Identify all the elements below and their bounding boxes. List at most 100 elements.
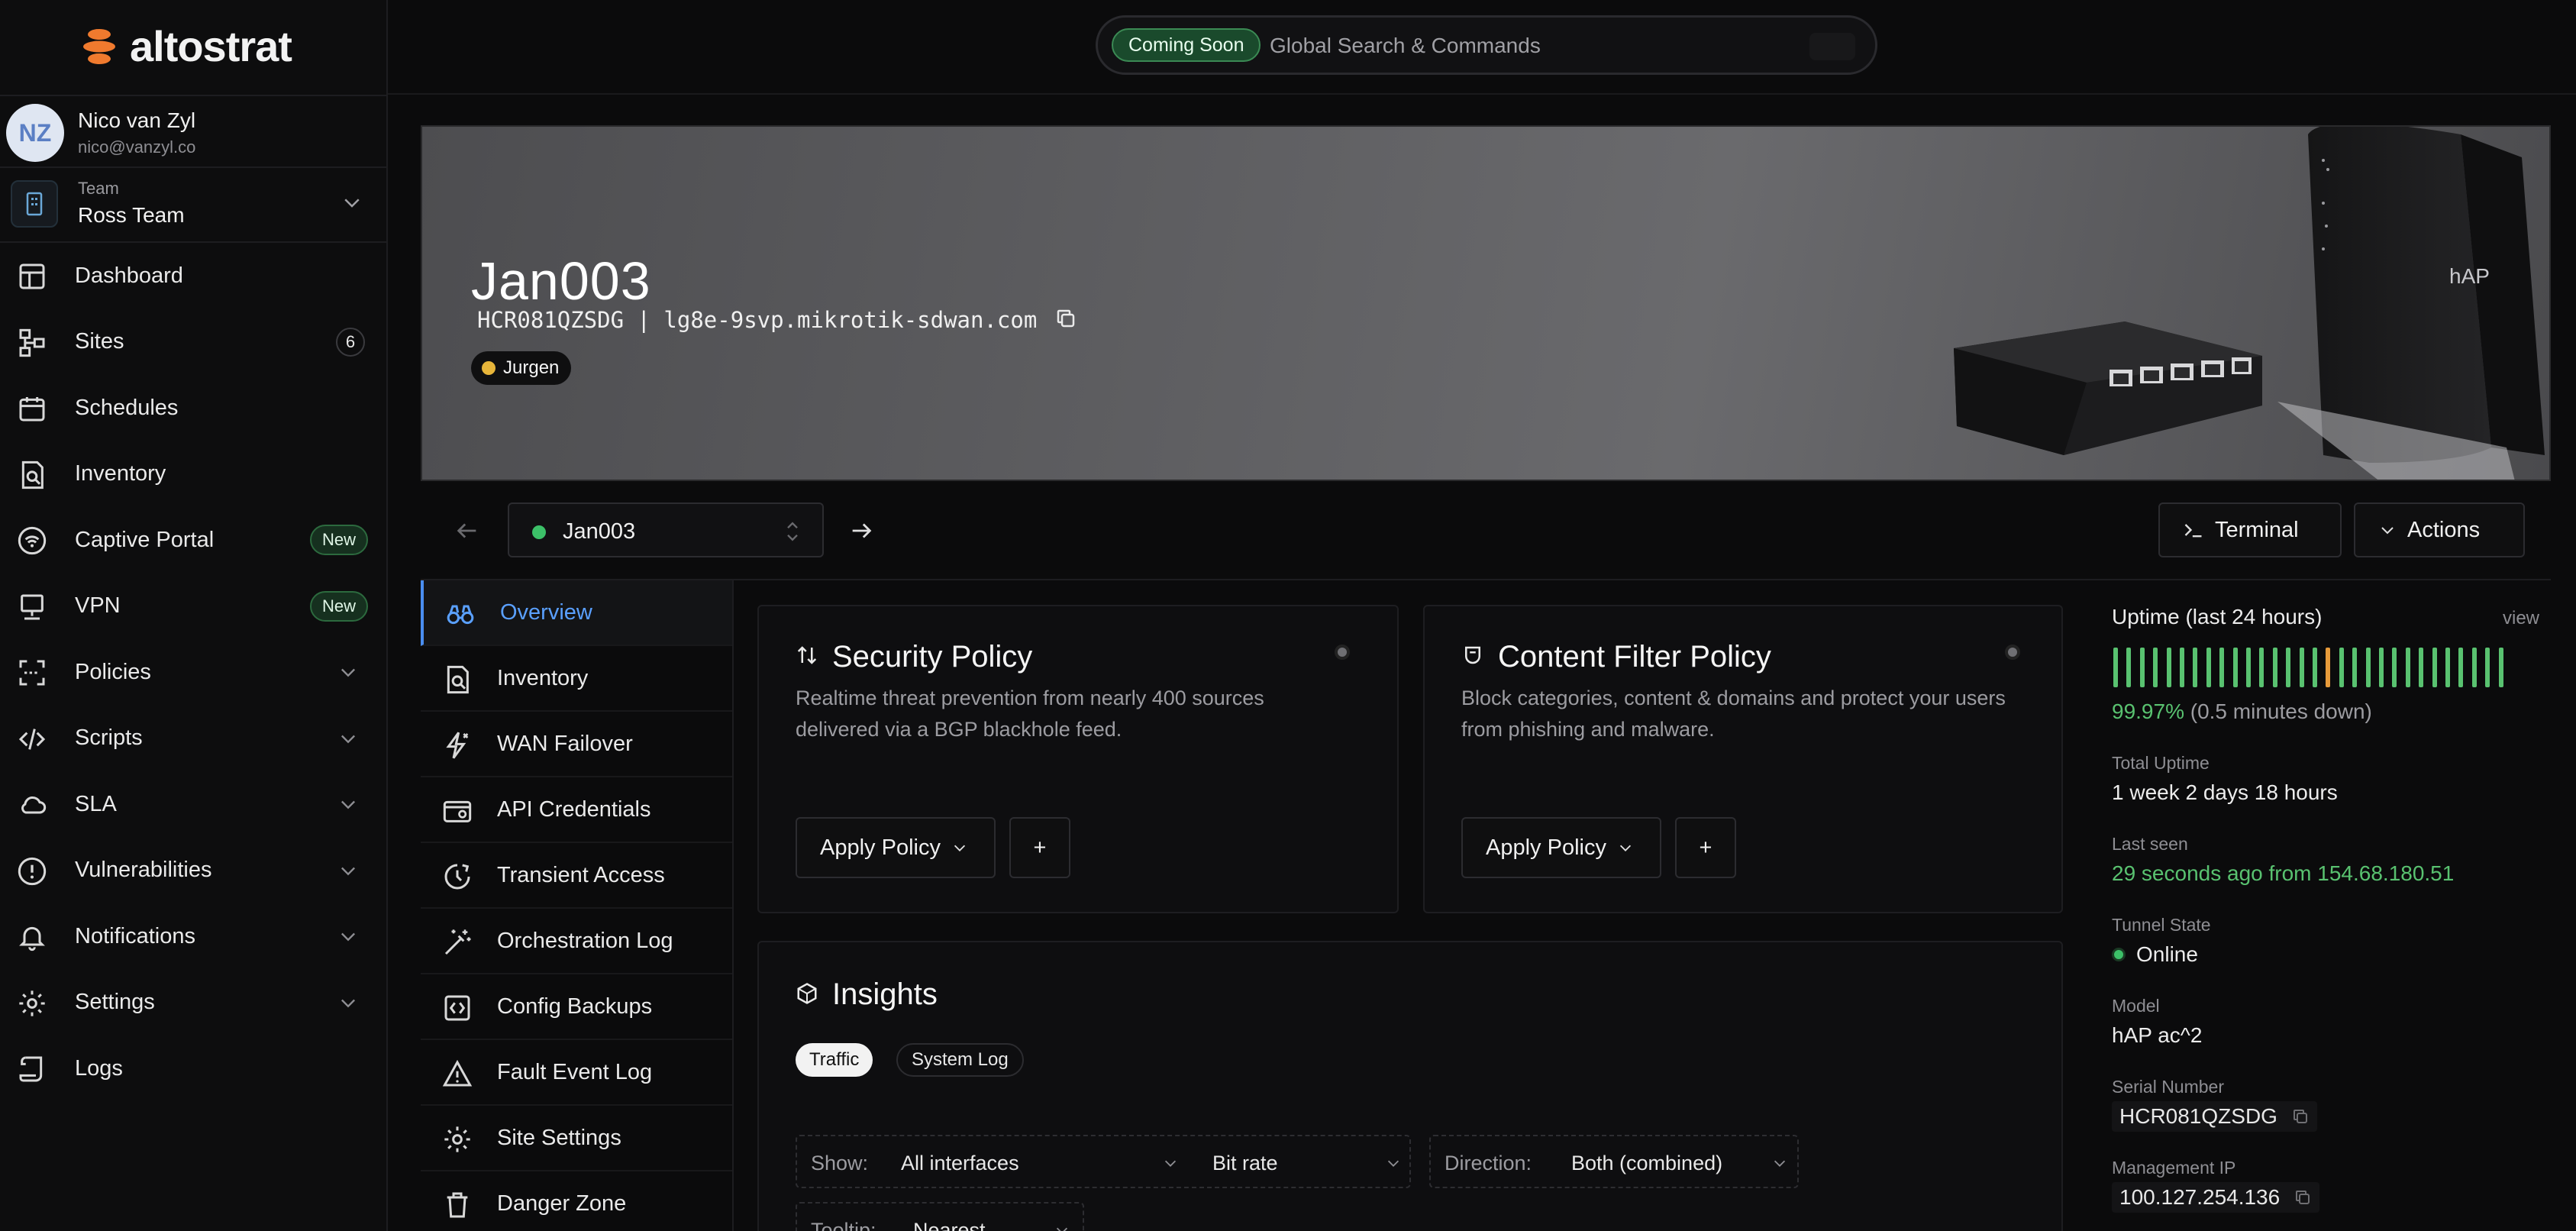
- uptime-bar[interactable]: [2392, 648, 2397, 687]
- chevron-down-icon: [1387, 1160, 1399, 1167]
- sidebar-item-inventory[interactable]: Inventory: [0, 441, 388, 508]
- uptime-bar[interactable]: [2113, 648, 2118, 687]
- sidebar-item-label: Sites: [75, 329, 124, 354]
- logs-icon: [19, 1056, 43, 1082]
- uptime-bar[interactable]: [2432, 648, 2437, 687]
- uptime-bar[interactable]: [2445, 648, 2450, 687]
- tab-fault-event-log[interactable]: Fault Event Log: [421, 1040, 732, 1106]
- uptime-bar[interactable]: [2485, 648, 2490, 687]
- dashboard-icon: [19, 263, 45, 289]
- uptime-bar[interactable]: [2206, 648, 2211, 687]
- uptime-bar[interactable]: [2405, 648, 2410, 687]
- terminal-button[interactable]: Terminal: [2158, 502, 2342, 557]
- copy-icon[interactable]: [2294, 1188, 2312, 1207]
- sidebar-item-label: Schedules: [75, 395, 179, 420]
- tab-config-backups[interactable]: Config Backups: [421, 974, 732, 1040]
- sidebar-item-vpn[interactable]: VPN New: [0, 573, 388, 640]
- uptime-bar[interactable]: [2339, 648, 2344, 687]
- inventory-icon: [447, 665, 469, 694]
- uptime-bar[interactable]: [2326, 648, 2331, 687]
- uptime-bar[interactable]: [2246, 648, 2251, 687]
- uptime-bar[interactable]: [2259, 648, 2264, 687]
- sort-arrows-icon: [797, 646, 817, 664]
- show-interfaces-select[interactable]: Show: All interfaces Bit rate: [796, 1135, 1411, 1188]
- tab-system-log[interactable]: System Log: [896, 1043, 1024, 1077]
- sidebar-item-sites[interactable]: Sites 6: [0, 309, 388, 376]
- uptime-bar[interactable]: [2471, 648, 2477, 687]
- uptime-bar[interactable]: [2139, 648, 2145, 687]
- add-policy-button[interactable]: +: [1675, 817, 1736, 878]
- tab-orchestration-log[interactable]: Orchestration Log: [421, 909, 732, 974]
- tab-inventory[interactable]: Inventory: [421, 646, 732, 712]
- tag-label: Jurgen: [503, 357, 560, 378]
- uptime-bar[interactable]: [2458, 648, 2464, 687]
- sidebar-item-label: VPN: [75, 593, 121, 619]
- sidebar-item-scripts[interactable]: Scripts: [0, 706, 388, 772]
- site-tag[interactable]: Jurgen: [471, 351, 572, 385]
- uptime-bar[interactable]: [2352, 648, 2358, 687]
- uptime-bar[interactable]: [2365, 648, 2371, 687]
- direction-value: Both (combined): [1571, 1152, 1723, 1174]
- uptime-bar[interactable]: [2166, 648, 2171, 687]
- metric-value[interactable]: Bit rate: [1212, 1152, 1278, 1175]
- model-value: hAP ac^2: [2112, 1023, 2203, 1047]
- uptime-bar[interactable]: [2299, 648, 2304, 687]
- add-policy-button[interactable]: +: [1009, 817, 1070, 878]
- uptime-summary: 99.97% (0.5 minutes down): [2112, 700, 2372, 724]
- view-link[interactable]: view: [2503, 608, 2539, 629]
- tab-transient-access[interactable]: Transient Access: [421, 843, 732, 909]
- tab-danger-zone[interactable]: Danger Zone: [421, 1171, 732, 1231]
- tab-site-settings[interactable]: Site Settings: [421, 1106, 732, 1171]
- uptime-bar[interactable]: [2126, 648, 2132, 687]
- uptime-bar[interactable]: [2153, 648, 2158, 687]
- direction-select[interactable]: Direction: Both (combined): [1429, 1135, 1799, 1188]
- uptime-bar[interactable]: [2193, 648, 2198, 687]
- actions-button[interactable]: Actions: [2354, 502, 2525, 557]
- site-details-panel: Uptime (last 24 hours) view 99.97% (0.5 …: [2084, 580, 2576, 1231]
- sidebar-item-captive-portal[interactable]: Captive Portal New: [0, 507, 388, 573]
- uptime-bar[interactable]: [2379, 648, 2384, 687]
- global-search[interactable]: Coming Soon Global Search & Commands: [1096, 15, 1877, 75]
- cube-icon: [797, 983, 817, 1004]
- tab-overview[interactable]: Overview: [421, 580, 732, 646]
- tab-wan-failover[interactable]: WAN Failover: [421, 712, 732, 777]
- sidebar-item-notifications[interactable]: Notifications: [0, 903, 388, 970]
- uptime-bar[interactable]: [2419, 648, 2424, 687]
- uptime-bar[interactable]: [2286, 648, 2291, 687]
- sidebar-item-settings[interactable]: Settings: [0, 970, 388, 1036]
- arrow-left-icon[interactable]: [454, 518, 480, 544]
- sidebar-item-schedules[interactable]: Schedules: [0, 375, 388, 441]
- copy-icon[interactable]: [2291, 1107, 2310, 1126]
- bell-icon: [19, 926, 45, 952]
- uptime-bar[interactable]: [2180, 648, 2184, 687]
- sidebar-item-dashboard[interactable]: Dashboard: [0, 243, 388, 309]
- user-profile[interactable]: NZ Nico van Zyl nico@vanzyl.co: [0, 95, 388, 168]
- avatar: NZ: [6, 104, 64, 162]
- sidebar-item-logs[interactable]: Logs: [0, 1036, 388, 1102]
- policy-status-dot: [1335, 645, 1350, 660]
- team-selector[interactable]: Team Ross Team: [0, 168, 388, 243]
- copy-icon[interactable]: [1054, 307, 1077, 330]
- coming-soon-badge: Coming Soon: [1112, 28, 1261, 62]
- uptime-bar[interactable]: [2313, 648, 2317, 687]
- sidebar-item-vulnerabilities[interactable]: Vulnerabilities: [0, 838, 388, 904]
- tooltip-select[interactable]: Tooltip: Nearest: [796, 1202, 1084, 1231]
- chevron-down-icon: [341, 867, 355, 876]
- sidebar-item-policies[interactable]: Policies: [0, 639, 388, 706]
- tab-traffic[interactable]: Traffic: [796, 1043, 873, 1077]
- app-logo[interactable]: altostrat: [81, 21, 292, 71]
- tab-api-credentials[interactable]: API Credentials: [421, 777, 732, 843]
- sidebar-item-sla[interactable]: SLA: [0, 771, 388, 838]
- uptime-bar[interactable]: [2272, 648, 2277, 687]
- apply-policy-button[interactable]: Apply Policy: [796, 817, 996, 878]
- apply-policy-button[interactable]: Apply Policy: [1461, 817, 1661, 878]
- uptime-bar[interactable]: [2498, 648, 2503, 687]
- card-description: Block categories, content & domains and …: [1461, 683, 2006, 745]
- arrow-right-icon[interactable]: [848, 518, 874, 544]
- warning-icon: [442, 1059, 473, 1087]
- uptime-bar[interactable]: [2232, 648, 2238, 687]
- card-description-line: Realtime threat prevention from nearly 4…: [796, 687, 1264, 709]
- mgmt-ip-label: Management IP: [2112, 1158, 2236, 1178]
- uptime-bar[interactable]: [2219, 648, 2225, 687]
- device-select[interactable]: Jan003: [508, 502, 824, 557]
